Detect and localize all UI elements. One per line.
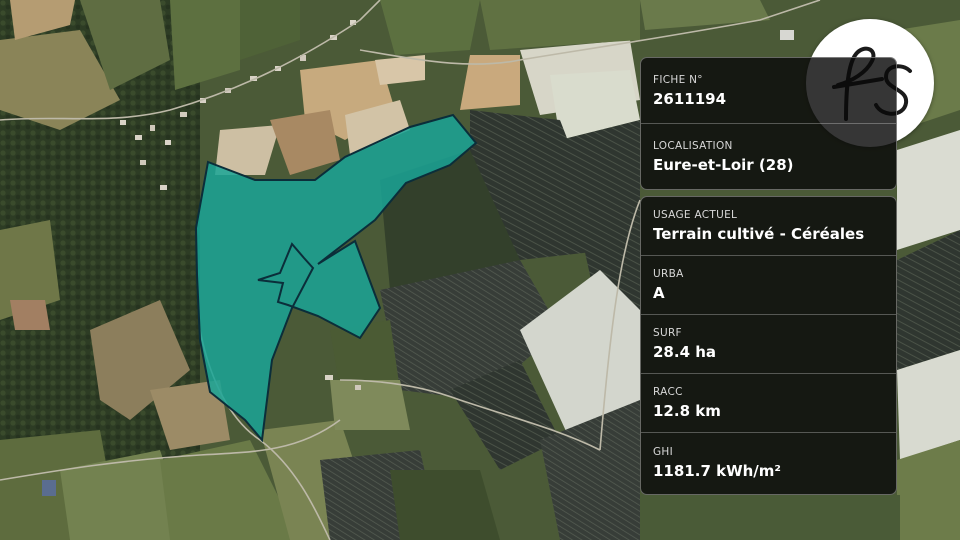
info-label: USAGE ACTUEL — [653, 209, 738, 221]
info-label: LOCALISATION — [653, 140, 733, 152]
info-card-details: USAGE ACTUEL Terrain cultivé - Céréales … — [640, 196, 897, 495]
info-label: URBA — [653, 268, 684, 280]
info-value: 1181.7 kWh/m² — [653, 461, 781, 480]
info-value: Eure-et-Loir (28) — [653, 156, 794, 174]
info-card-identification: FICHE N° 2611194 LOCALISATION Eure-et-Lo… — [640, 57, 897, 190]
info-row-ghi: GHI 1181.7 kWh/m² — [641, 433, 896, 492]
info-value: Terrain cultivé - Céréales — [653, 225, 865, 243]
info-value: A — [653, 284, 665, 302]
info-value: 2611194 — [653, 89, 727, 108]
info-row-fiche: FICHE N° 2611194 — [641, 58, 896, 124]
info-row-surf: SURF 28.4 ha — [641, 315, 896, 374]
info-row-racc: RACC 12.8 km — [641, 374, 896, 433]
info-value: 12.8 km — [653, 402, 721, 420]
info-row-usage: USAGE ACTUEL Terrain cultivé - Céréales — [641, 197, 896, 256]
info-label: GHI — [653, 445, 674, 458]
info-label: RACC — [653, 386, 683, 398]
info-label: FICHE N° — [653, 73, 703, 86]
info-row-urba: URBA A — [641, 256, 896, 315]
info-value: 28.4 ha — [653, 343, 717, 361]
info-label: SURF — [653, 327, 682, 339]
info-row-localisation: LOCALISATION Eure-et-Loir (28) — [641, 124, 896, 189]
